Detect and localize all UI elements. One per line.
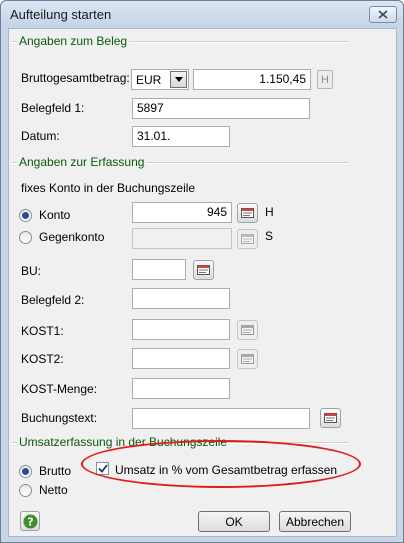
belegfeld1-field[interactable]: 5897: [132, 98, 310, 119]
list-icon: [241, 325, 254, 335]
konto-label[interactable]: Konto: [39, 208, 70, 222]
cancel-button[interactable]: Abbrechen: [279, 511, 351, 532]
section-title-erfassung: Angaben zur Erfassung: [17, 155, 147, 169]
konto-lookup-button[interactable]: [237, 203, 258, 223]
section-title-beleg: Angaben zum Beleg: [17, 34, 130, 48]
konto-field[interactable]: 945: [132, 202, 232, 223]
buchungstext-label: Buchungstext:: [21, 411, 98, 425]
datum-field[interactable]: 31.01.: [132, 126, 230, 147]
buchungstext-lookup-button[interactable]: [320, 408, 341, 428]
datum-label: Datum:: [21, 129, 60, 143]
brutto-radio[interactable]: [19, 465, 32, 478]
chevron-down-icon[interactable]: [170, 71, 187, 88]
buchungstext-field[interactable]: [132, 408, 310, 429]
window-title: Aufteilung starten: [10, 7, 112, 22]
amount-suffix-button[interactable]: H: [317, 70, 333, 89]
gegenkonto-suffix: S: [265, 229, 274, 243]
konto-radio[interactable]: [19, 209, 32, 222]
close-button[interactable]: [369, 6, 397, 23]
belegfeld1-label: Belegfeld 1:: [21, 101, 85, 115]
kost1-label: KOST1:: [21, 324, 64, 338]
currency-value: EUR: [136, 72, 162, 87]
svg-text:?: ?: [27, 515, 33, 528]
bu-field[interactable]: [132, 259, 186, 280]
belegfeld2-label: Belegfeld 2:: [21, 293, 85, 307]
list-icon: [241, 208, 254, 218]
kost1-field[interactable]: [132, 319, 230, 340]
bruttogesamtbetrag-label: Bruttogesamtbetrag:: [21, 71, 130, 85]
amount-field[interactable]: 1.150,45: [193, 69, 311, 90]
belegfeld2-field[interactable]: [132, 288, 230, 309]
brutto-label[interactable]: Brutto: [39, 464, 71, 478]
kost-menge-label: KOST-Menge:: [21, 382, 98, 396]
gegenkonto-radio[interactable]: [19, 231, 32, 244]
netto-radio[interactable]: [19, 484, 32, 497]
ok-button[interactable]: OK: [198, 511, 270, 532]
kost-menge-field[interactable]: [132, 378, 230, 399]
gegenkonto-lookup-button: [237, 229, 258, 249]
dialog-window: Aufteilung starten Angaben zum Beleg Bru…: [0, 0, 404, 543]
gegenkonto-field: [132, 228, 232, 249]
list-icon: [241, 234, 254, 244]
title-bar[interactable]: Aufteilung starten: [1, 1, 403, 28]
bu-lookup-button[interactable]: [193, 260, 214, 280]
bu-label: BU:: [21, 264, 42, 278]
kost2-label: KOST2:: [21, 352, 64, 366]
kost1-lookup-button[interactable]: [237, 320, 258, 340]
netto-label[interactable]: Netto: [39, 483, 68, 497]
help-icon: ?: [23, 514, 37, 528]
konto-suffix: H: [265, 205, 274, 219]
fixes-konto-label: fixes Konto in der Buchungszeile: [21, 181, 196, 195]
list-icon: [241, 354, 254, 364]
annotation-oval: [81, 440, 361, 488]
list-icon: [324, 413, 337, 423]
kost2-lookup-button[interactable]: [237, 349, 258, 369]
kost2-field[interactable]: [132, 348, 230, 369]
help-button[interactable]: ?: [20, 511, 40, 531]
dialog-body: Angaben zum Beleg Bruttogesamtbetrag: EU…: [8, 28, 397, 537]
list-icon: [197, 265, 210, 275]
close-icon: [378, 10, 388, 19]
gegenkonto-label[interactable]: Gegenkonto: [39, 230, 104, 244]
currency-select[interactable]: EUR: [131, 69, 189, 90]
